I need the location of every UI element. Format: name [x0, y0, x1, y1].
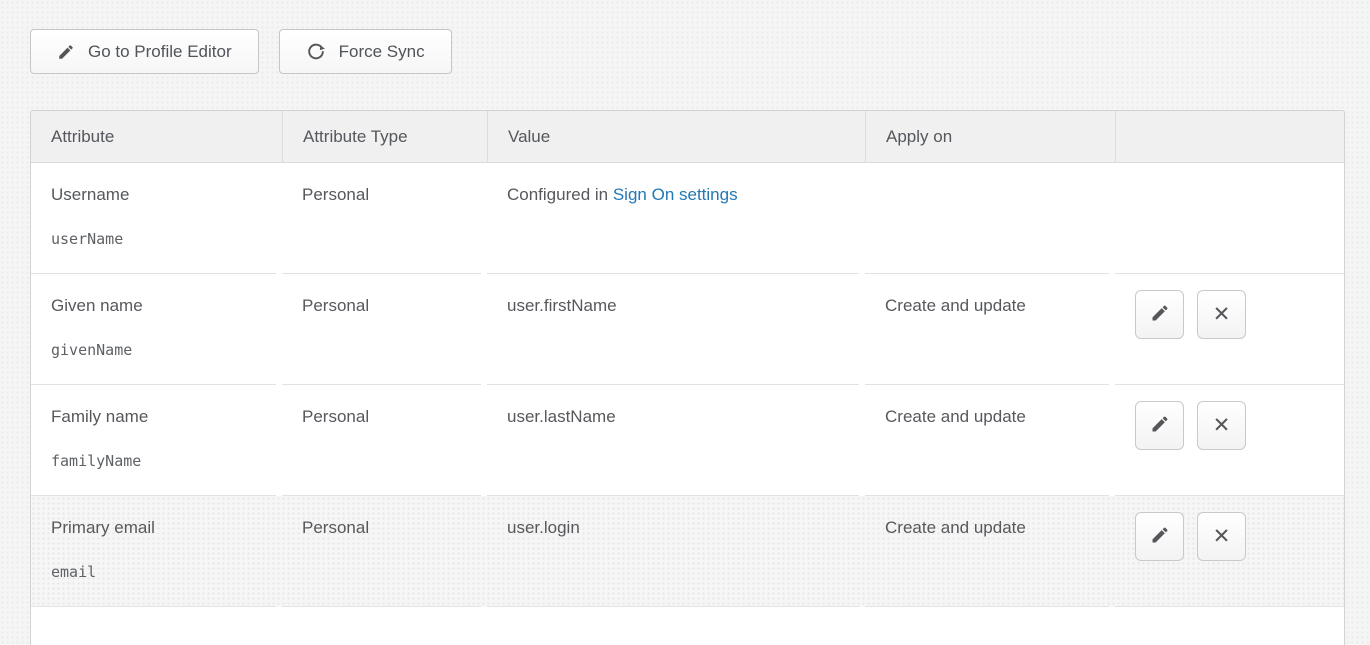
apply-on-cell: Create and update — [865, 496, 1109, 607]
table-row: Family name familyName Personal user.las… — [31, 385, 1344, 496]
table-row: Primary email email Personal user.login … — [31, 496, 1344, 607]
edit-attribute-button[interactable] — [1135, 512, 1184, 561]
attribute-label: Family name — [51, 405, 276, 429]
pencil-icon — [1150, 525, 1170, 548]
apply-on-cell: Create and update — [865, 274, 1109, 385]
attribute-variable-name: familyName — [51, 452, 276, 470]
attribute-type: Personal — [302, 405, 481, 429]
close-icon: ✕ — [1213, 304, 1231, 325]
attribute-cell: Family name familyName — [31, 385, 276, 496]
row-actions-cell: ✕ — [1115, 496, 1344, 607]
pencil-icon — [1150, 303, 1170, 326]
value-text: user.firstName — [507, 296, 617, 315]
attribute-type-cell: Personal — [282, 163, 481, 274]
attribute-cell: Given name givenName — [31, 274, 276, 385]
force-sync-button[interactable]: Force Sync — [279, 29, 452, 74]
table-body: Username userName Personal Configured in… — [31, 163, 1344, 607]
attribute-label: Username — [51, 183, 276, 207]
attribute-type-cell: Personal — [282, 385, 481, 496]
attribute-variable-name: givenName — [51, 341, 276, 359]
pencil-icon — [1150, 414, 1170, 437]
table-row: Given name givenName Personal user.first… — [31, 274, 1344, 385]
delete-attribute-button[interactable]: ✕ — [1197, 401, 1246, 450]
close-icon: ✕ — [1213, 415, 1231, 436]
apply-on-cell — [865, 163, 1109, 274]
value-cell: user.firstName — [487, 274, 859, 385]
apply-on-cell: Create and update — [865, 385, 1109, 496]
table-row: Username userName Personal Configured in… — [31, 163, 1344, 274]
apply-on-value: Create and update — [885, 405, 1109, 429]
edit-attribute-button[interactable] — [1135, 401, 1184, 450]
close-icon: ✕ — [1213, 526, 1231, 547]
delete-attribute-button[interactable]: ✕ — [1197, 290, 1246, 339]
attribute-type: Personal — [302, 183, 481, 207]
attribute-variable-name: userName — [51, 230, 276, 248]
column-header-value: Value — [487, 111, 859, 162]
table-header: Attribute Attribute Type Value Apply on — [31, 111, 1344, 163]
value-text: Configured in — [507, 185, 613, 204]
value-text: user.lastName — [507, 407, 616, 426]
attribute-variable-name: email — [51, 563, 276, 581]
attribute-type-cell: Personal — [282, 496, 481, 607]
row-actions-cell: ✕ — [1115, 385, 1344, 496]
column-header-attribute: Attribute — [31, 111, 276, 162]
go-to-profile-editor-button[interactable]: Go to Profile Editor — [30, 29, 259, 74]
refresh-icon — [306, 42, 326, 62]
toolbar: Go to Profile Editor Force Sync — [30, 29, 452, 74]
attribute-mappings-table: Attribute Attribute Type Value Apply on … — [30, 110, 1345, 645]
apply-on-value: Create and update — [885, 294, 1109, 318]
value-cell: user.lastName — [487, 385, 859, 496]
attribute-type-cell: Personal — [282, 274, 481, 385]
apply-on-value: Create and update — [885, 516, 1109, 540]
attribute-type: Personal — [302, 516, 481, 540]
row-actions-cell — [1115, 163, 1344, 274]
attribute-cell: Username userName — [31, 163, 276, 274]
force-sync-label: Force Sync — [339, 42, 425, 62]
go-to-profile-editor-label: Go to Profile Editor — [88, 42, 232, 62]
attribute-label: Primary email — [51, 516, 276, 540]
column-header-apply-on: Apply on — [865, 111, 1109, 162]
row-actions-cell: ✕ — [1115, 274, 1344, 385]
table-row-partial — [31, 607, 1344, 645]
column-header-actions — [1115, 111, 1344, 162]
column-header-attribute-type: Attribute Type — [282, 111, 481, 162]
sign-on-settings-link[interactable]: Sign On settings — [613, 185, 738, 204]
attribute-type: Personal — [302, 294, 481, 318]
value-cell: Configured in Sign On settings — [487, 163, 859, 274]
value-cell: user.login — [487, 496, 859, 607]
delete-attribute-button[interactable]: ✕ — [1197, 512, 1246, 561]
attribute-label: Given name — [51, 294, 276, 318]
edit-attribute-button[interactable] — [1135, 290, 1184, 339]
attribute-cell: Primary email email — [31, 496, 276, 607]
value-text: user.login — [507, 518, 580, 537]
pencil-icon — [57, 43, 75, 61]
